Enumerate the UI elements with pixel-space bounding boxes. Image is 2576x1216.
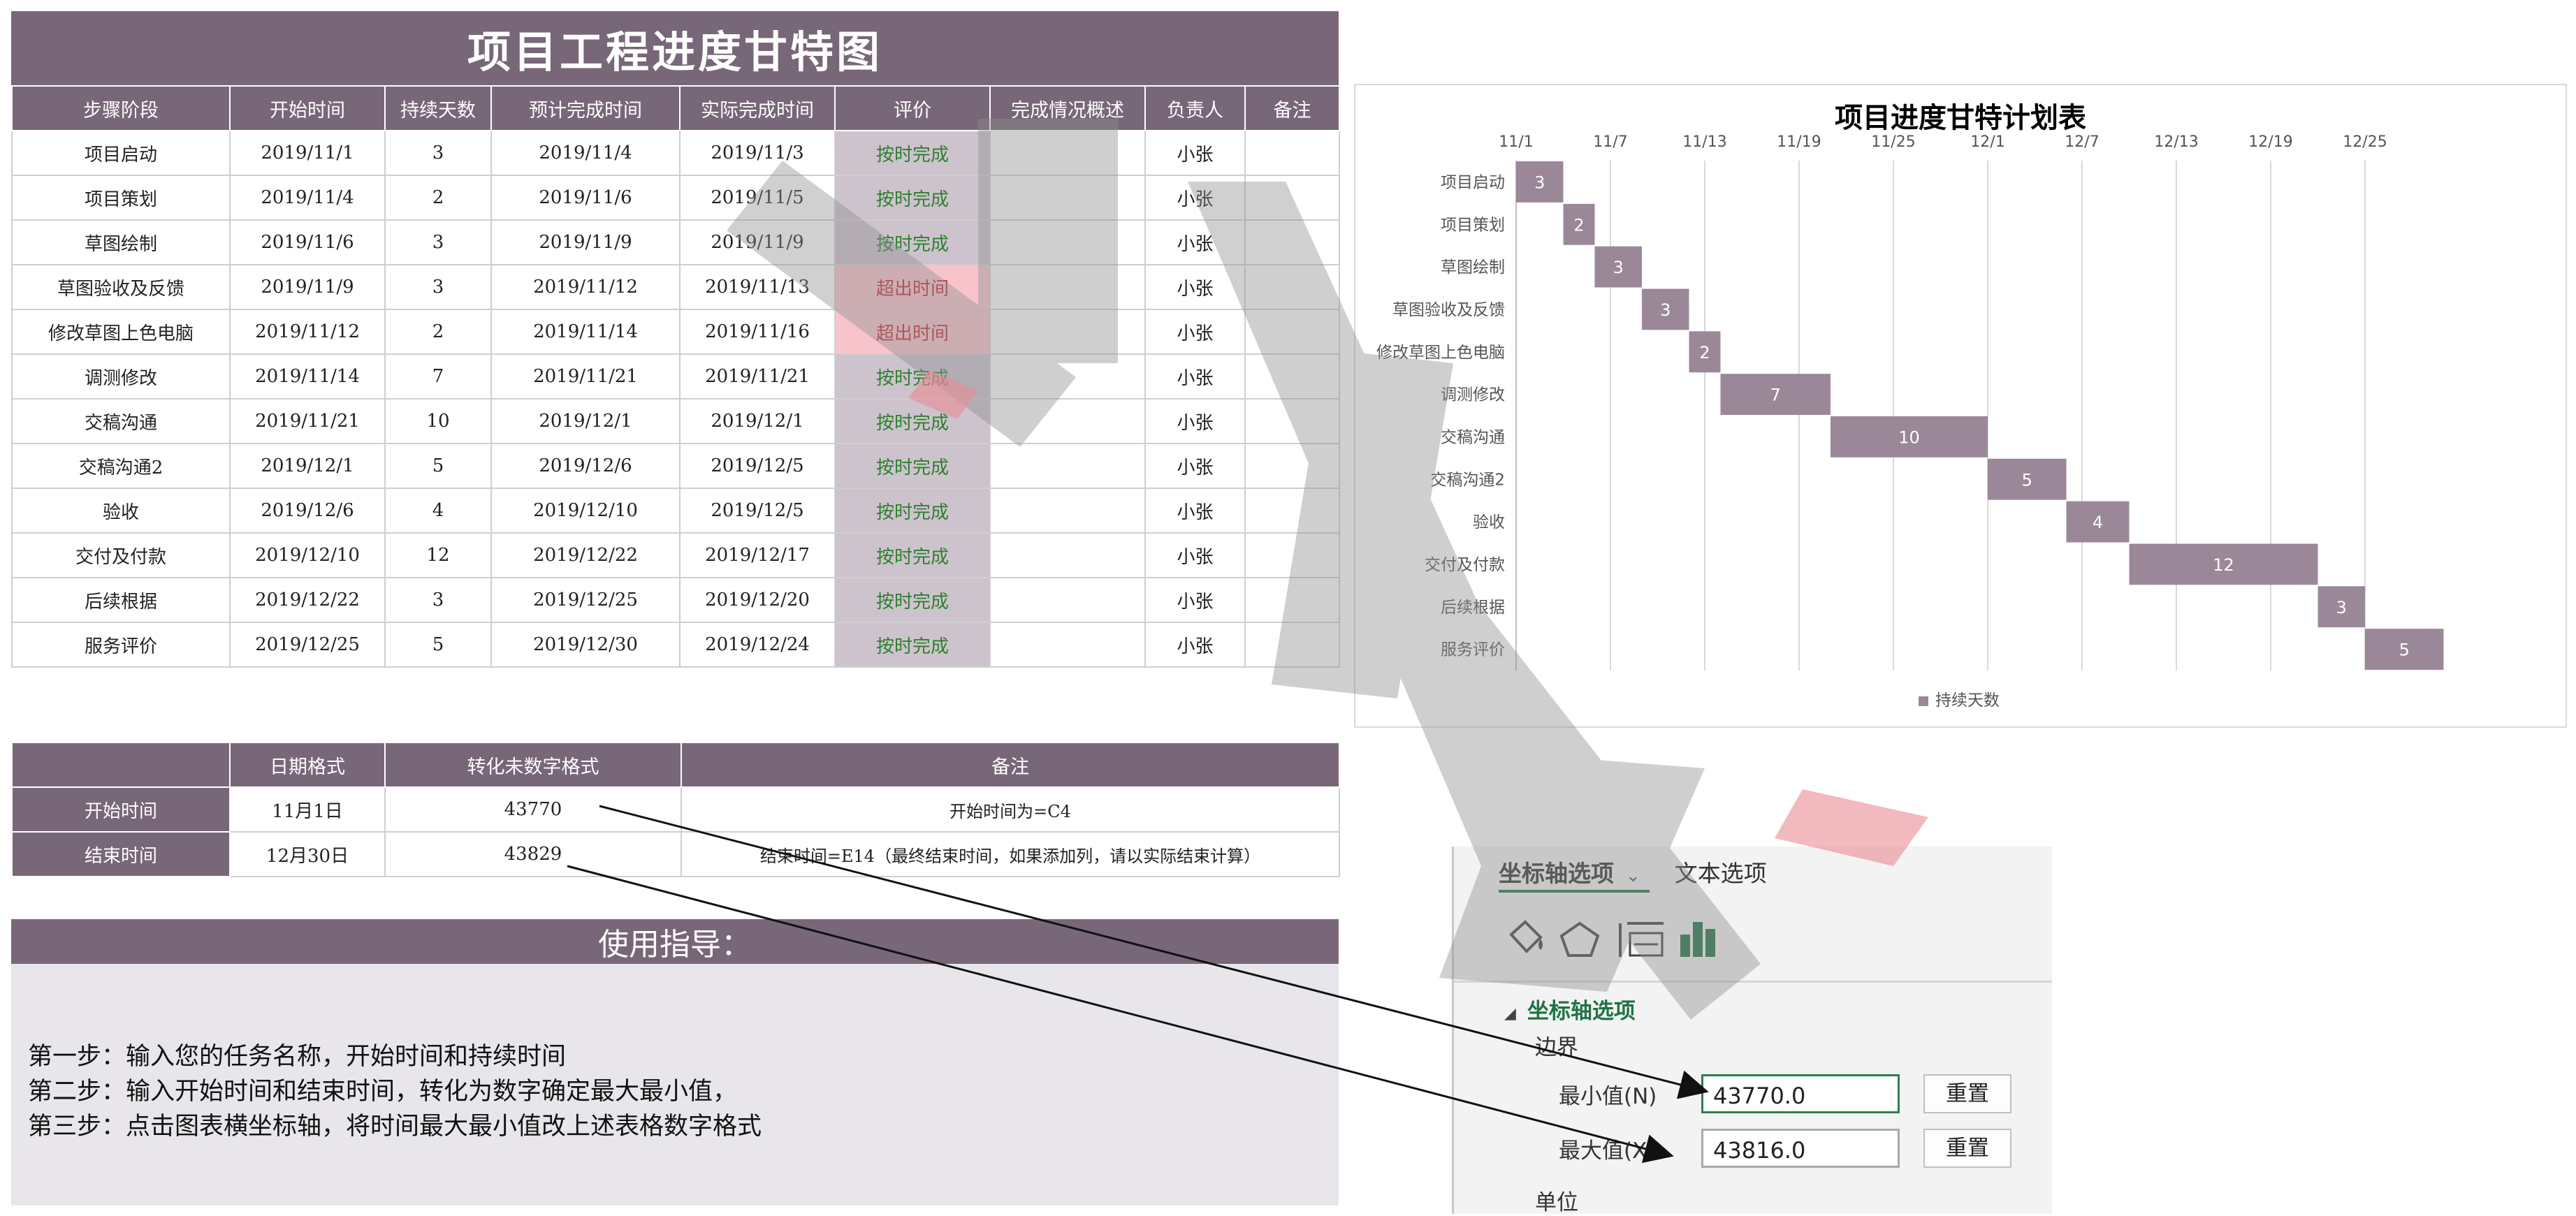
arrow-start-to-min (599, 805, 1709, 1099)
annotation-arrows (567, 805, 1709, 1164)
arrow-end-to-max (567, 865, 1674, 1164)
